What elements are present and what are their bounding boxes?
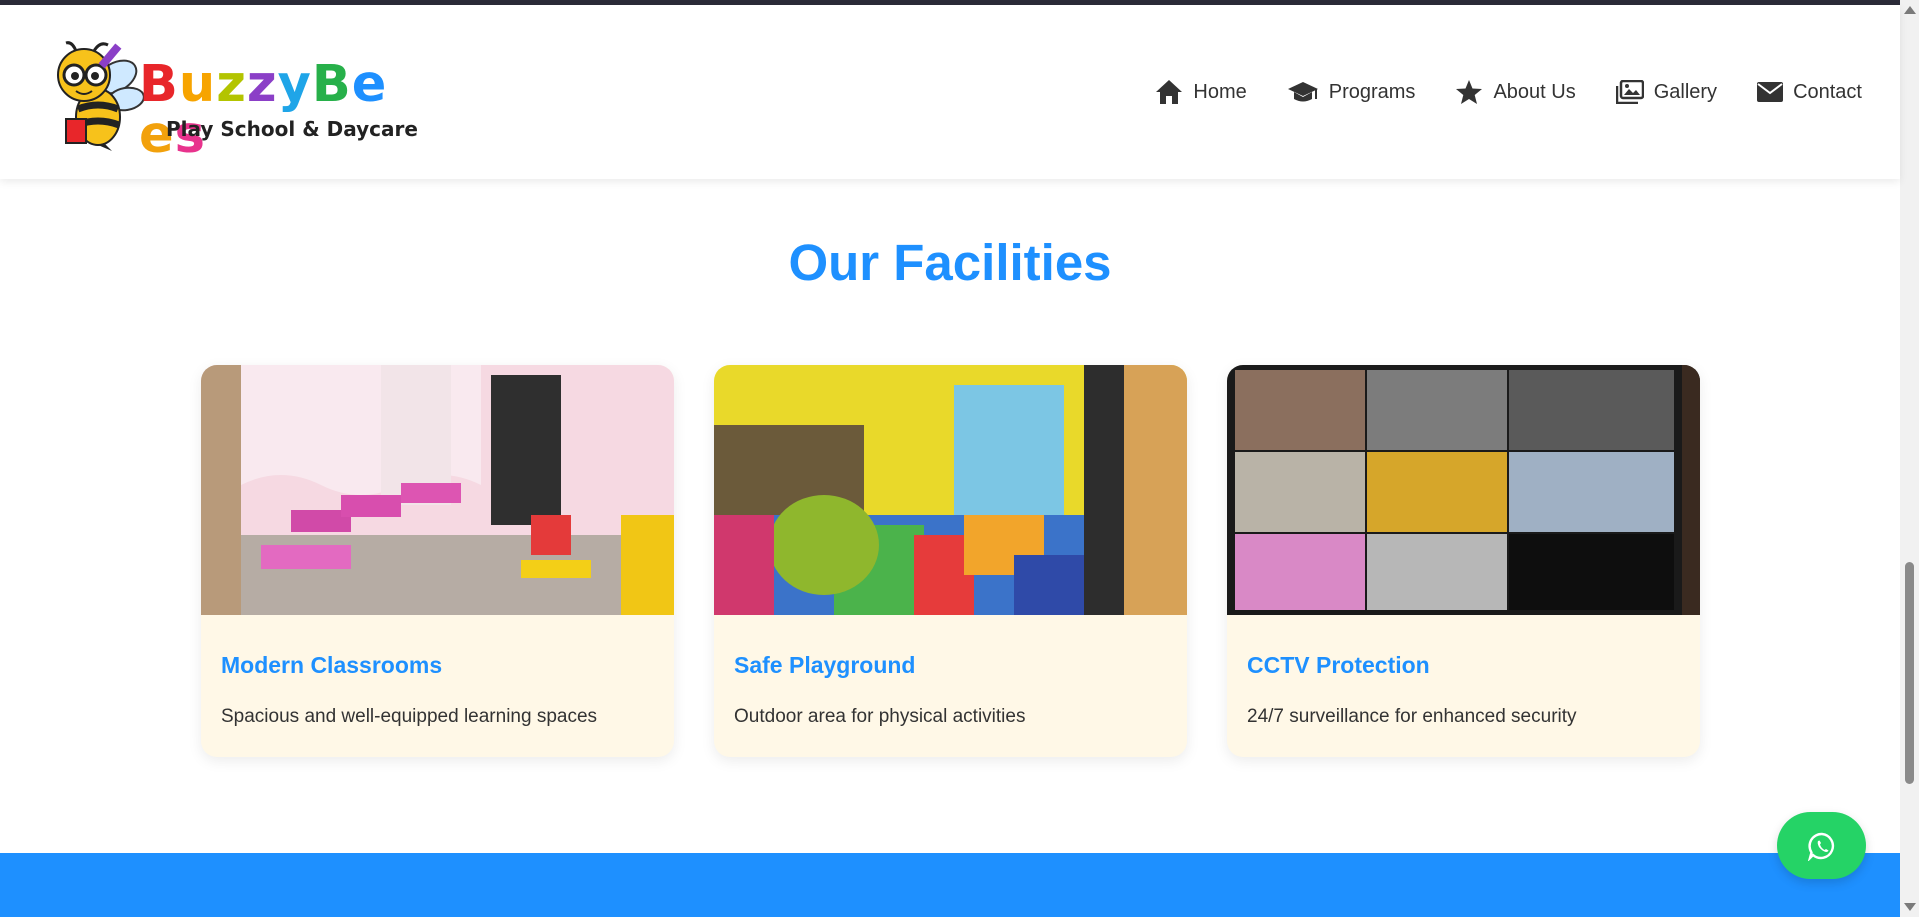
nav-about[interactable]: About Us [1455,79,1576,105]
section-title: Our Facilities [788,234,1112,291]
logo-letter: e [351,55,388,114]
main-nav: Home Programs About Us Gallery Contact [1115,79,1862,105]
scroll-down-arrow-icon[interactable] [1904,903,1916,911]
scrollbar-thumb[interactable] [1905,562,1914,784]
nav-home[interactable]: Home [1155,79,1247,105]
nav-contact[interactable]: Contact [1757,81,1862,104]
logo-letter: B [139,55,179,114]
logo[interactable]: BuzzyBees Play School & Daycare [46,37,418,161]
logo-letter: B [311,55,352,114]
whatsapp-icon [1807,832,1834,861]
envelope-icon [1757,82,1784,102]
scroll-up-arrow-icon[interactable] [1904,6,1916,14]
footer-band [0,853,1900,917]
nav-programs-label: Programs [1328,80,1416,103]
graduation-cap-icon [1287,82,1318,102]
nav-home-label: Home [1193,80,1247,103]
facility-card-cctv: CCTV Protection 24/7 surveillance for en… [1227,365,1700,757]
facility-card-classrooms: Modern Classrooms Spacious and well-equi… [201,365,674,757]
logo-letter: z [246,55,278,114]
nav-programs[interactable]: Programs [1287,80,1416,104]
cctv-photo [1227,365,1700,615]
logo-wordmark: BuzzyBees [139,59,416,161]
card-title: Modern Classrooms [221,652,443,678]
site-header: BuzzyBees Play School & Daycare Home Pro… [0,5,1900,179]
card-title: Safe Playground [734,652,916,678]
star-icon [1456,80,1483,104]
logo-letter: z [216,55,247,114]
nav-contact-label: Contact [1793,80,1862,103]
logo-tagline: Play School & Daycare [166,117,418,141]
card-description: Outdoor area for physical activities [734,706,1026,727]
playground-photo [714,365,1187,615]
whatsapp-button[interactable] [1777,812,1866,879]
nav-gallery[interactable]: Gallery [1615,80,1718,104]
logo-letter: u [178,55,217,114]
facility-card-playground: Safe Playground Outdoor area for physica… [714,365,1187,757]
nav-about-label: About Us [1493,80,1576,103]
logo-letter: y [277,55,312,114]
nav-gallery-label: Gallery [1653,80,1718,103]
page-scrollbar[interactable] [1900,0,1919,917]
classroom-photo [201,365,674,615]
card-description: Spacious and well-equipped learning spac… [221,706,598,727]
home-icon [1156,80,1183,104]
card-description: 24/7 surveillance for enhanced security [1247,706,1577,727]
card-title: CCTV Protection [1247,652,1430,678]
images-icon [1615,80,1644,104]
